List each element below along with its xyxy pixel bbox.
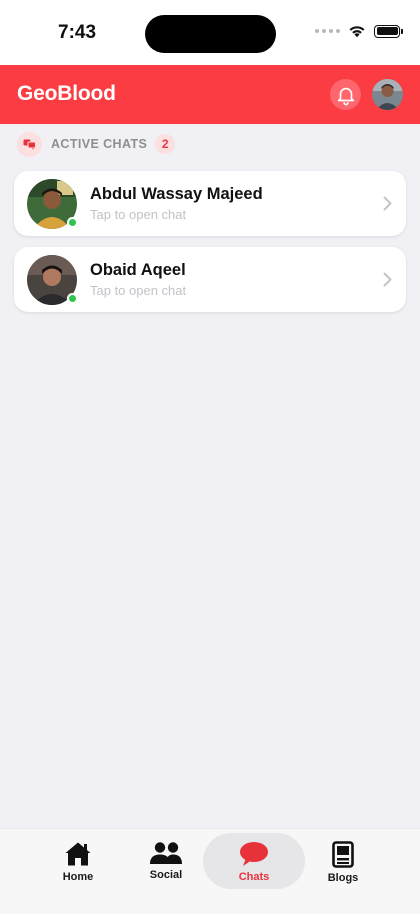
bell-icon: [337, 87, 354, 105]
section-label: ACTIVE CHATS: [51, 137, 148, 151]
status-icons: [315, 24, 403, 38]
book-icon: [332, 841, 354, 868]
tab-label: Blogs: [327, 872, 359, 884]
chat-subtitle: Tap to open chat: [90, 207, 187, 222]
signal-dots-icon: [315, 29, 340, 33]
chat-name: Abdul Wassay Majeed: [90, 185, 263, 203]
app-title: GeoBlood: [17, 82, 116, 105]
tab-blogs[interactable]: Blogs: [292, 833, 394, 889]
app-header: GeoBlood: [0, 65, 420, 124]
tab-home[interactable]: Home: [27, 833, 129, 889]
active-chats-header: ACTIVE CHATS 2: [17, 131, 176, 157]
chat-bubble-icon: [240, 842, 268, 866]
chat-count-badge: 2: [155, 134, 176, 154]
tab-label: Home: [62, 871, 94, 883]
chat-item-obaid-aqeel[interactable]: Obaid Aqeel Tap to open chat: [14, 247, 406, 312]
bottom-tab-bar: Home Social Chats Blogs: [0, 828, 420, 914]
chevron-right-icon: [383, 196, 392, 211]
home-icon: [65, 842, 91, 866]
status-time: 7:43: [58, 22, 97, 43]
tab-label: Chats: [238, 871, 270, 883]
chat-name: Obaid Aqeel: [90, 261, 186, 279]
people-icon: [150, 842, 182, 864]
dynamic-island: [145, 15, 276, 53]
wifi-icon: [349, 26, 365, 38]
status-bar: 7:43: [0, 0, 420, 65]
notifications-button[interactable]: [330, 79, 361, 110]
battery-icon: [374, 24, 403, 38]
chevron-right-icon: [383, 272, 392, 287]
tab-social[interactable]: Social: [115, 833, 217, 889]
chat-bubbles-icon: [17, 131, 42, 157]
profile-avatar: [372, 79, 403, 110]
tab-chats[interactable]: Chats: [203, 833, 305, 889]
online-indicator: [67, 217, 78, 228]
online-indicator: [67, 293, 78, 304]
profile-avatar-button[interactable]: [372, 79, 403, 110]
chat-item-abdul-wassay-majeed[interactable]: Abdul Wassay Majeed Tap to open chat: [14, 171, 406, 236]
tab-label: Social: [149, 869, 183, 881]
chat-subtitle: Tap to open chat: [90, 283, 187, 298]
